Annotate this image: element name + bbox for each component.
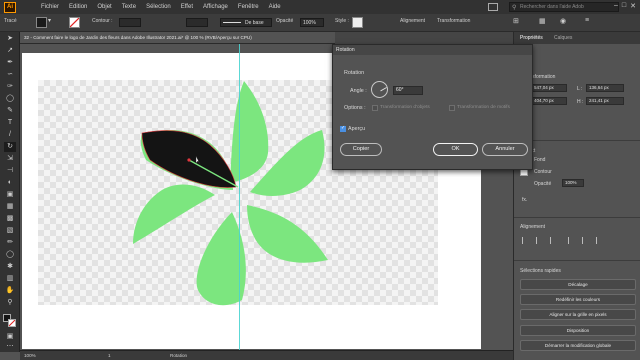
current-tool: Rotation	[170, 353, 188, 358]
rotation-origin-point	[187, 158, 191, 162]
align-center-icon[interactable]	[536, 237, 544, 244]
disposition-button[interactable]: Disposition	[520, 325, 636, 336]
leaf-top-right	[230, 81, 269, 183]
dialog-title: Rotation	[333, 45, 532, 55]
opacite-label[interactable]: Opacité	[534, 181, 551, 187]
leaf-left	[133, 184, 215, 244]
transform-patterns-checkbox[interactable]	[449, 105, 455, 111]
cancel-button[interactable]: Annuler	[482, 143, 528, 156]
preview-checkbox[interactable]	[340, 125, 346, 132]
quick-actions-heading: Sélections rapides	[520, 268, 561, 274]
l-label: L :	[577, 86, 583, 92]
decalage-button[interactable]: Décalage	[520, 279, 636, 290]
options-label: Options :	[344, 105, 366, 111]
transform-objects-checkbox[interactable]	[372, 105, 378, 111]
angle-dial[interactable]	[371, 81, 388, 98]
h-label: H :	[577, 99, 584, 105]
y-field[interactable]: 404,70 px	[531, 97, 567, 105]
fond-label: Fond	[534, 157, 546, 163]
opacite-field[interactable]: 100%	[562, 179, 584, 187]
panel-divider	[514, 217, 640, 218]
ok-button[interactable]: OK	[433, 143, 478, 156]
preview-label[interactable]: Aperçu	[348, 126, 365, 132]
transform-objects-label: Transformation d'objets	[380, 105, 430, 110]
align-top-icon[interactable]	[568, 237, 576, 244]
x-field[interactable]: 547,04 px	[531, 84, 567, 92]
align-bottom-icon[interactable]	[596, 237, 604, 244]
contour-panel-label: Contour	[534, 169, 552, 175]
artboard-number[interactable]: 1	[108, 353, 111, 358]
h-field[interactable]: 241,41 px	[586, 97, 624, 105]
status-bar: 100% 1 Rotation	[20, 350, 513, 360]
angle-label: Angle :	[350, 88, 367, 94]
tab-proprietes[interactable]: Propriétés	[520, 35, 543, 41]
panel-tabs: Propriétés Calques	[514, 32, 640, 44]
panel-divider	[514, 260, 640, 261]
alignment-heading: Alignement	[520, 224, 546, 230]
tab-calques[interactable]: Calques	[554, 35, 572, 41]
fx-button[interactable]: fx.	[522, 197, 527, 203]
smart-guide	[239, 44, 240, 350]
transform-patterns-label: Transformation de motifs	[457, 105, 510, 110]
angle-input[interactable]: 60°	[393, 86, 423, 95]
zoom-level[interactable]: 100%	[24, 353, 36, 358]
redefinir-couleurs-button[interactable]: Redéfinir les couleurs	[520, 294, 636, 305]
align-middle-icon[interactable]	[582, 237, 590, 244]
align-left-icon[interactable]	[522, 237, 530, 244]
angle-dial-indicator	[380, 87, 387, 92]
copy-button[interactable]: Copier	[340, 143, 382, 156]
modification-globale-button[interactable]: Démarrer la modification globale	[520, 340, 636, 351]
rotation-section-label: Rotation	[344, 70, 365, 76]
l-field[interactable]: 136,64 px	[586, 84, 624, 92]
leaf-bottom-right	[247, 205, 328, 263]
align-right-icon[interactable]	[550, 237, 558, 244]
aligner-grille-button[interactable]: Aligner sur la grille en pixels	[520, 309, 636, 320]
